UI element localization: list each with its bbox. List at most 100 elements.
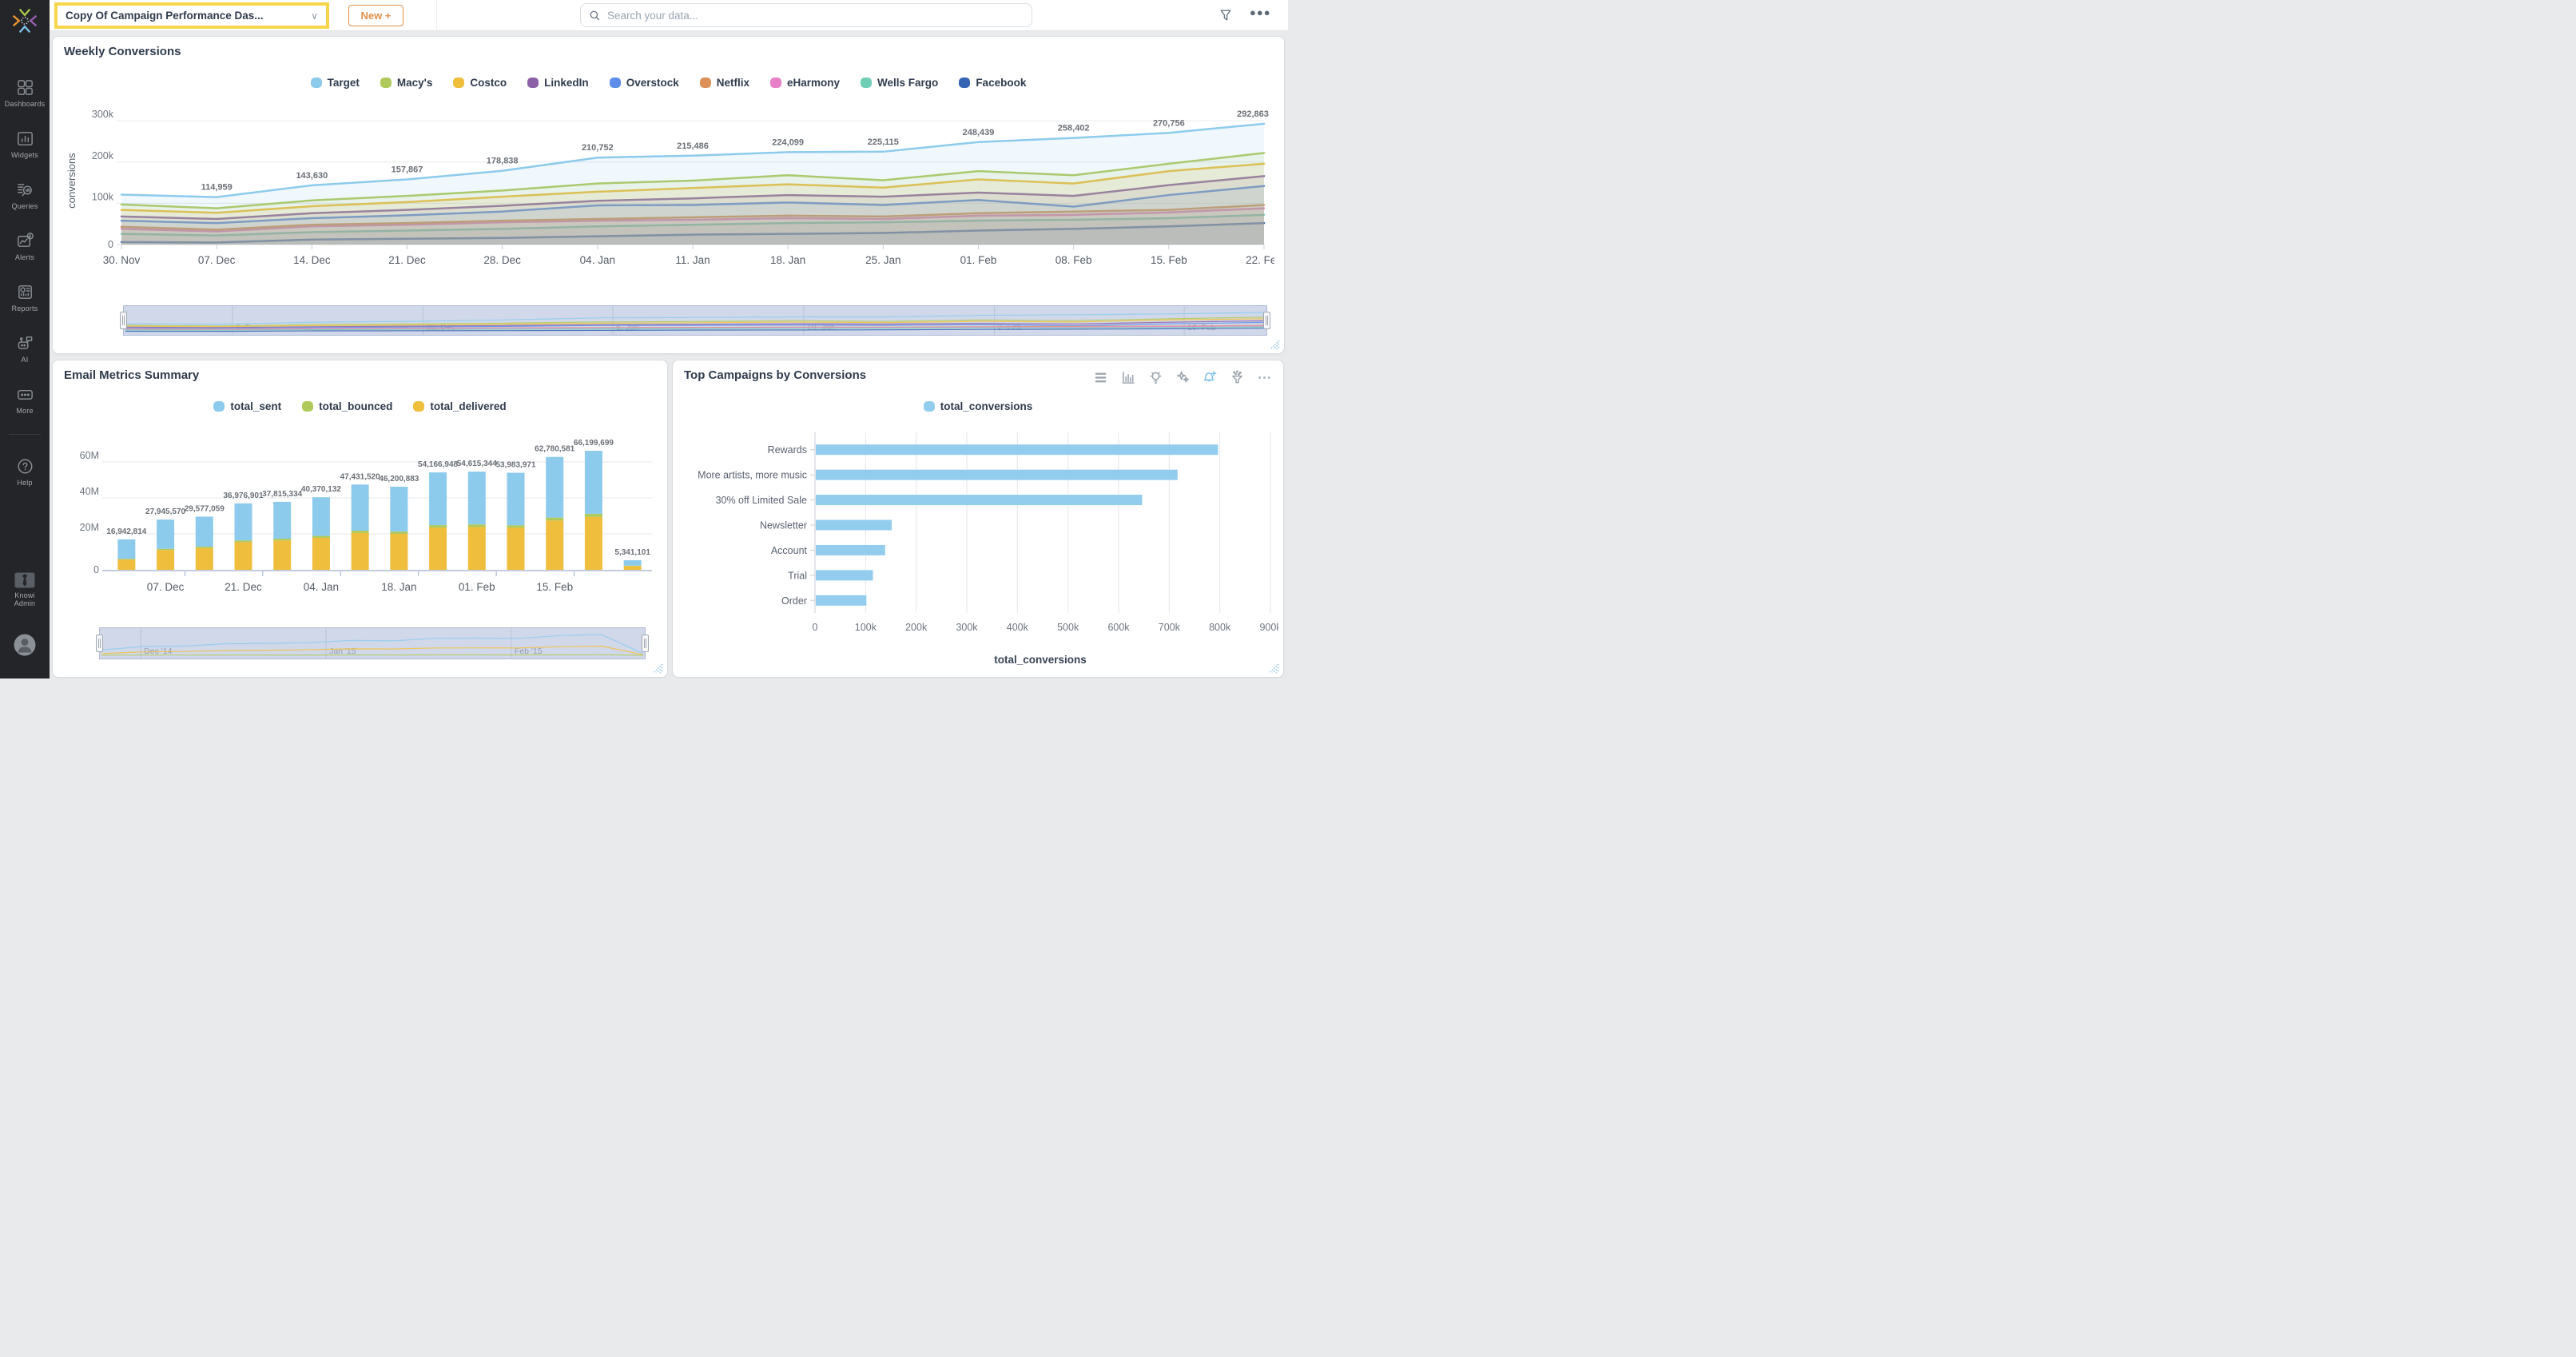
svg-text:200k: 200k [905,622,928,633]
legend-item-macy-s[interactable]: Macy's [380,77,433,89]
ai-icon [16,334,34,352]
knowi-logo-icon[interactable] [10,6,39,35]
svg-text:300k: 300k [956,622,978,633]
svg-text:20M: 20M [80,522,99,533]
svg-text:114,959: 114,959 [201,183,233,193]
new-button[interactable]: New + [348,5,403,26]
svg-text:46,200,883: 46,200,883 [379,475,419,484]
ai-sparkle-icon[interactable] [1175,370,1191,385]
legend-item-target[interactable]: Target [311,77,360,89]
sidebar-item-more[interactable]: More [0,374,50,425]
svg-text:21. Dec: 21. Dec [388,254,426,266]
legend-swatch [770,78,781,88]
legend-swatch [610,78,621,88]
legend-label: Facebook [976,77,1026,89]
svg-text:0: 0 [108,239,113,250]
legend-item-wells-fargo[interactable]: Wells Fargo [861,77,938,89]
svg-text:30. Nov: 30. Nov [103,254,141,266]
alerts-icon [16,232,34,250]
sidebar-item-ai[interactable]: AI [0,323,50,374]
insight-bulb-icon[interactable] [1148,370,1163,385]
navigator-left-handle[interactable] [96,635,103,652]
menu-icon[interactable] [1094,370,1109,385]
filter-funnel-icon[interactable] [1230,370,1245,385]
svg-text:0: 0 [93,564,99,575]
sidebar-item-help[interactable]: Help [0,446,50,497]
legend-item-total-delivered[interactable]: total_delivered [413,400,506,412]
svg-text:Order: Order [781,595,807,607]
sidebar-help-container: Help [0,446,50,497]
column-chart-icon[interactable] [1121,370,1136,385]
weekly-conversions-chart[interactable]: 0100k200k300kconversions114,959143,63015… [64,110,1274,296]
sidebar-item-alerts[interactable]: Alerts [0,221,50,272]
panel-title: Email Metrics Summary [64,368,199,382]
svg-text:224,099: 224,099 [772,137,804,147]
topbar-more-ellipsis-icon[interactable]: ●●● [1250,6,1270,24]
svg-text:215,486: 215,486 [677,141,709,151]
legend-swatch [861,78,872,88]
legend-item-facebook[interactable]: Facebook [959,77,1026,89]
panel-title: Weekly Conversions [64,45,181,58]
bar-account [816,545,885,555]
panel-title: Top Campaigns by Conversions [684,368,866,382]
legend-item-total-sent[interactable]: total_sent [213,400,281,412]
svg-text:21. Dec: 21. Dec [225,581,262,593]
bar-newsletter [816,520,892,531]
navigator-right-handle[interactable] [1263,312,1270,329]
bar-trial [816,570,873,580]
navigator-right-handle[interactable] [642,635,649,652]
panel-resize-handle[interactable] [1269,663,1279,674]
more-ellipsis-icon[interactable] [1257,370,1272,385]
top-bar: Copy Of Campaign Performance Das... ∨ Ne… [50,0,1288,31]
bar-30-off-limited-sale [816,495,1143,505]
weekly-range-navigator[interactable]: 8. Dec22. Dec5. Jan19. Jan2. Feb16. Feb [123,305,1267,336]
sidebar-item-reports[interactable]: Reports [0,272,50,323]
panel-resize-handle[interactable] [1270,340,1280,350]
svg-text:27,945,570: 27,945,570 [145,507,185,516]
svg-text:270,756: 270,756 [1153,118,1185,128]
legend-item-costco[interactable]: Costco [453,77,507,89]
alert-bell-plus-icon[interactable] [1203,370,1218,385]
svg-text:900k: 900k [1259,622,1278,633]
dashboard-selector[interactable]: Copy Of Campaign Performance Das... ∨ [54,2,329,29]
sidebar-item-dashboards[interactable]: Dashboards [0,67,50,118]
sidebar-item-widgets[interactable]: Widgets [0,118,50,169]
legend-label: Target [328,77,360,89]
filter-funnel-icon[interactable] [1218,7,1234,23]
sidebar-divider [9,434,41,435]
search-input[interactable] [607,10,1024,22]
sidebar-item-knowi-admin[interactable]: Knowi Admin [0,572,50,607]
sidebar-item-queries[interactable]: Queries [0,169,50,221]
legend-label: Macy's [397,77,433,89]
panel-resize-handle[interactable] [653,663,663,674]
legend-label: Costco [470,77,507,89]
svg-text:01. Feb: 01. Feb [960,254,997,266]
legend-item-total-conversions[interactable]: total_conversions [924,400,1033,412]
svg-text:18. Jan: 18. Jan [381,581,416,593]
svg-text:Account: Account [771,545,808,556]
legend-item-linkedin[interactable]: LinkedIn [527,77,589,89]
avatar[interactable] [13,633,37,657]
legend-swatch [527,78,539,88]
app-window: DashboardsWidgetsQueries Alerts Reports AI M… [0,0,1288,678]
top-campaigns-chart[interactable]: 0100k200k300k400k500k600k700k800k900kRew… [679,424,1278,650]
more-icon [16,385,34,404]
legend-label: Wells Fargo [877,77,938,89]
legend-item-netflix[interactable]: Netflix [700,77,749,89]
legend-item-overstock[interactable]: Overstock [610,77,679,89]
legend-swatch [959,78,970,88]
sidebar-item-label: Alerts [15,253,34,261]
legend-label: LinkedIn [544,77,589,89]
sidebar-item-label: AI [22,356,29,364]
sidebar-item-label: Reports [12,304,38,312]
svg-text:54,166,948: 54,166,948 [418,460,458,469]
navigator-left-handle[interactable] [120,312,127,329]
email-range-navigator[interactable]: Dec '14Jan '15Feb '15 [99,627,646,659]
legend-item-eharmony[interactable]: eHarmony [770,77,840,89]
legend-item-total-bounced[interactable]: total_bounced [302,400,392,412]
legend-label: total_bounced [319,400,392,412]
legend-swatch [924,401,935,412]
x-axis-title: total_conversions [809,654,1272,666]
email-metrics-chart[interactable]: 020M40M60M16,942,81427,945,57029,577,059… [61,432,658,623]
sidebar: DashboardsWidgetsQueries Alerts Reports AI M… [0,0,50,678]
